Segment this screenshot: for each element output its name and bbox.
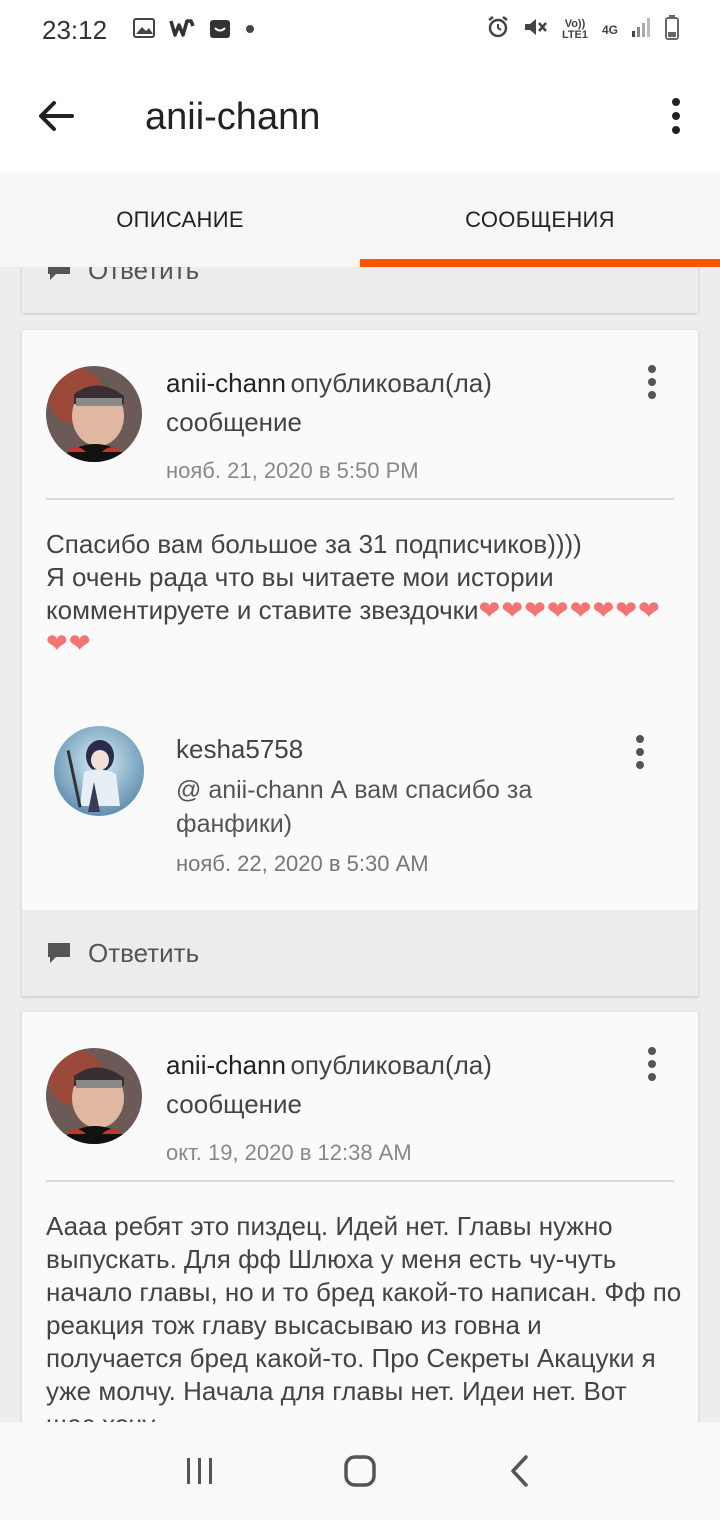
- avatar[interactable]: [46, 366, 142, 462]
- post-author[interactable]: anii-chann: [166, 1050, 286, 1080]
- reply-label: Ответить: [88, 937, 200, 968]
- post-menu-button[interactable]: [646, 1046, 658, 1082]
- image-icon: [133, 17, 156, 43]
- reply-button[interactable]: Ответить: [22, 267, 698, 313]
- divider: [46, 498, 674, 500]
- post-body: Спасибо вам большое за 31 подписчиков)))…: [46, 528, 682, 660]
- signal-icon: [630, 16, 652, 43]
- post-body: Аааа ребят это пиздец. Идей нет. Главы н…: [46, 1211, 682, 1422]
- home-button[interactable]: [335, 1446, 385, 1496]
- wattpad-icon: [169, 18, 195, 43]
- volte-icon: Vo)) LTE1: [561, 17, 589, 41]
- comment-icon: [48, 943, 70, 963]
- post-body-line: Спасибо вам большое за 31 подписчиков)))…: [46, 529, 582, 559]
- battery-icon: [664, 14, 680, 45]
- status-time: 23:12: [42, 14, 108, 45]
- recent-apps-button[interactable]: [175, 1446, 225, 1496]
- message-card: anii-chann опубликовал(ла) сообщение ноя…: [22, 330, 698, 996]
- home-icon: [344, 1455, 376, 1487]
- post-menu-button[interactable]: [646, 364, 658, 400]
- chevron-left-icon: [511, 1455, 528, 1487]
- status-bar: 23:12 Vo)) LTE1 4G: [0, 0, 720, 60]
- tab-messages[interactable]: СООБЩЕНИЯ: [360, 172, 720, 267]
- post-author[interactable]: anii-chann: [166, 368, 286, 398]
- message-feed[interactable]: Ответить anii-chann опубликовал(ла) сооб…: [0, 267, 720, 1422]
- divider: [46, 1180, 674, 1182]
- back-nav-button[interactable]: [495, 1446, 545, 1496]
- page-title: anii-chann: [145, 96, 321, 138]
- 4g-icon: 4G: [601, 22, 618, 37]
- reply-text: @ anii-chann А вам спасибо за фанфики): [176, 776, 533, 838]
- back-button[interactable]: [34, 94, 78, 138]
- mute-icon: [522, 15, 548, 44]
- more-vertical-icon: [636, 735, 644, 769]
- comment-icon: [48, 267, 70, 280]
- message-card-previous: Ответить: [22, 267, 698, 313]
- more-vertical-icon: [672, 98, 680, 134]
- arrow-left-icon: [39, 101, 74, 131]
- tab-description[interactable]: ОПИСАНИЕ: [0, 172, 360, 267]
- reply-date: нояб. 22, 2020 в 5:30 AM: [176, 851, 429, 876]
- reply-comment: kesha5758 @ anii-chann А вам спасибо за …: [176, 734, 606, 877]
- post-body-line: Я очень рада что вы читаете мои истории …: [46, 562, 554, 625]
- post-date: окт. 19, 2020 в 12:38 AM: [166, 1140, 412, 1165]
- system-nav-bar: [0, 1422, 720, 1520]
- alarm-icon: [486, 15, 510, 44]
- overflow-menu-button[interactable]: [664, 96, 688, 136]
- recent-apps-icon: [187, 1458, 212, 1484]
- more-vertical-icon: [648, 1047, 656, 1081]
- store-icon: [209, 17, 231, 44]
- app-bar: anii-chann: [0, 60, 720, 172]
- post-header: anii-chann опубликовал(ла) сообщение окт…: [166, 1048, 566, 1170]
- reply-avatar[interactable]: [54, 726, 144, 816]
- tab-bar: ОПИСАНИЕ СООБЩЕНИЯ: [0, 172, 720, 267]
- reply-button[interactable]: Ответить: [22, 910, 698, 996]
- status-right-icons: Vo)) LTE1 4G: [486, 14, 680, 45]
- dot-icon: [245, 21, 255, 39]
- reply-menu-button[interactable]: [634, 734, 646, 770]
- reply-author[interactable]: kesha5758: [176, 734, 606, 765]
- more-vertical-icon: [648, 365, 656, 399]
- post-date: нояб. 21, 2020 в 5:50 PM: [166, 458, 419, 483]
- post-header: anii-chann опубликовал(ла) сообщение ноя…: [166, 366, 566, 488]
- message-card: anii-chann опубликовал(ла) сообщение окт…: [22, 1012, 698, 1422]
- avatar[interactable]: [46, 1048, 142, 1144]
- reply-label: Ответить: [88, 267, 200, 285]
